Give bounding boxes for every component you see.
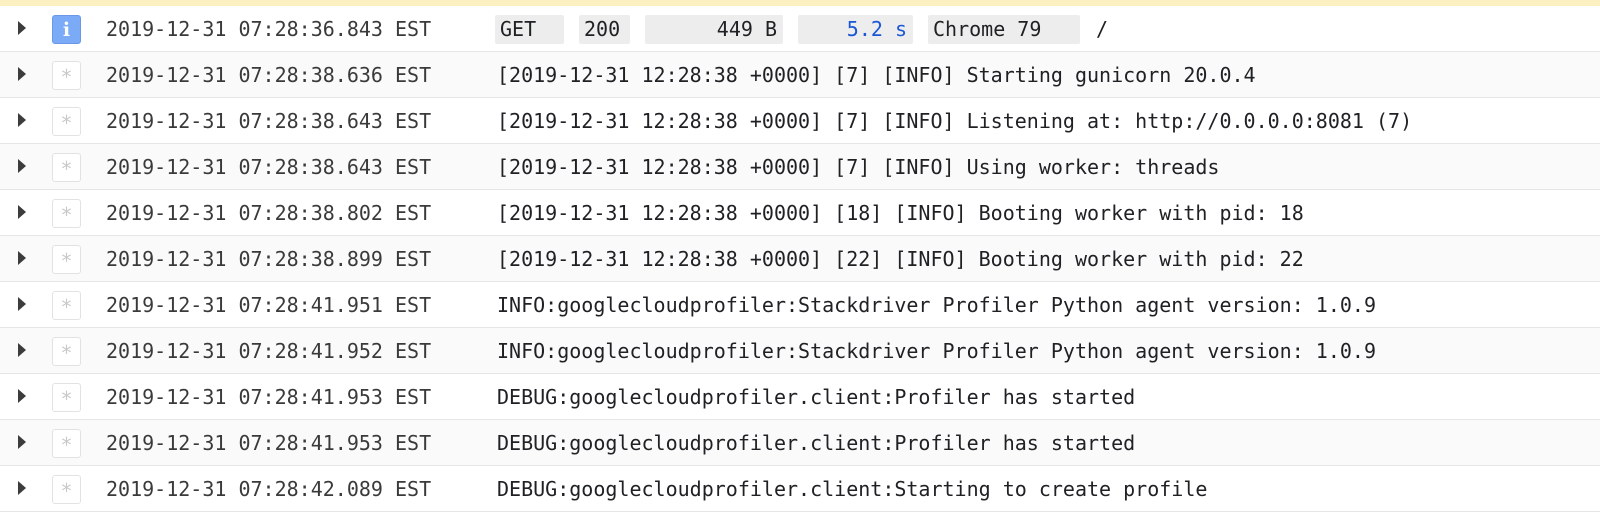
expand-arrow-icon[interactable]	[18, 67, 26, 81]
default-severity-icon: *	[52, 61, 81, 90]
expand-arrow-icon[interactable]	[18, 205, 26, 219]
default-severity-icon: *	[52, 245, 81, 274]
log-message: [2019-12-31 12:28:38 +0000] [7] [INFO] U…	[497, 155, 1220, 179]
log-timestamp: 2019-12-31 07:28:38.802 EST	[106, 201, 432, 225]
log-timestamp: 2019-12-31 07:28:38.643 EST	[106, 109, 432, 133]
log-message: INFO:googlecloudprofiler:Stackdriver Pro…	[497, 339, 1376, 363]
log-timestamp: 2019-12-31 07:28:41.953 EST	[106, 431, 432, 455]
user-agent-chip[interactable]: Chrome 79	[928, 15, 1080, 44]
http-status-chip[interactable]: 200	[579, 15, 630, 44]
expand-arrow-icon[interactable]	[18, 435, 26, 449]
log-row[interactable]: * 2019-12-31 07:28:41.953 EST DEBUG:goog…	[0, 420, 1600, 466]
log-row[interactable]: * 2019-12-31 07:28:38.636 EST [2019-12-3…	[0, 52, 1600, 98]
default-severity-icon: *	[52, 429, 81, 458]
log-row[interactable]: * 2019-12-31 07:28:42.089 EST DEBUG:goog…	[0, 466, 1600, 512]
default-severity-icon: *	[52, 199, 81, 228]
log-timestamp: 2019-12-31 07:28:41.951 EST	[106, 293, 432, 317]
log-row[interactable]: * 2019-12-31 07:28:38.643 EST [2019-12-3…	[0, 144, 1600, 190]
log-message: [2019-12-31 12:28:38 +0000] [7] [INFO] S…	[497, 63, 1256, 87]
latency-chip[interactable]: 5.2 s	[798, 15, 913, 44]
log-timestamp: 2019-12-31 07:28:41.953 EST	[106, 385, 432, 409]
http-method-chip[interactable]: GET	[495, 15, 564, 44]
expand-arrow-icon[interactable]	[18, 113, 26, 127]
log-timestamp: 2019-12-31 07:28:42.089 EST	[106, 477, 432, 501]
response-size-chip[interactable]: 449 B	[645, 15, 783, 44]
expand-arrow-icon[interactable]	[18, 21, 26, 35]
log-row-request[interactable]: i 2019-12-31 07:28:36.843 EST GET 200 44…	[0, 6, 1600, 52]
default-severity-icon: *	[52, 153, 81, 182]
log-timestamp: 2019-12-31 07:28:38.643 EST	[106, 155, 432, 179]
default-severity-icon: *	[52, 475, 81, 504]
default-severity-icon: *	[52, 383, 81, 412]
log-timestamp: 2019-12-31 07:28:38.636 EST	[106, 63, 432, 87]
log-timestamp: 2019-12-31 07:28:41.952 EST	[106, 339, 432, 363]
log-timestamp: 2019-12-31 07:28:36.843 EST	[106, 17, 432, 41]
log-message: [2019-12-31 12:28:38 +0000] [7] [INFO] L…	[497, 109, 1413, 133]
expand-arrow-icon[interactable]	[18, 159, 26, 173]
request-path[interactable]: /	[1096, 6, 1108, 52]
log-row[interactable]: * 2019-12-31 07:28:41.951 EST INFO:googl…	[0, 282, 1600, 328]
log-entries-list: i 2019-12-31 07:28:36.843 EST GET 200 44…	[0, 6, 1600, 512]
log-row[interactable]: * 2019-12-31 07:28:38.802 EST [2019-12-3…	[0, 190, 1600, 236]
log-timestamp: 2019-12-31 07:28:38.899 EST	[106, 247, 432, 271]
expand-arrow-icon[interactable]	[18, 389, 26, 403]
log-row[interactable]: * 2019-12-31 07:28:41.952 EST INFO:googl…	[0, 328, 1600, 374]
log-message: DEBUG:googlecloudprofiler.client:Profile…	[497, 385, 1136, 409]
default-severity-icon: *	[52, 291, 81, 320]
log-row[interactable]: * 2019-12-31 07:28:38.899 EST [2019-12-3…	[0, 236, 1600, 282]
expand-arrow-icon[interactable]	[18, 481, 26, 495]
log-message: [2019-12-31 12:28:38 +0000] [18] [INFO] …	[497, 201, 1304, 225]
log-row[interactable]: * 2019-12-31 07:28:41.953 EST DEBUG:goog…	[0, 374, 1600, 420]
expand-arrow-icon[interactable]	[18, 343, 26, 357]
expand-arrow-icon[interactable]	[18, 297, 26, 311]
log-message: DEBUG:googlecloudprofiler.client:Profile…	[497, 431, 1136, 455]
log-message: [2019-12-31 12:28:38 +0000] [22] [INFO] …	[497, 247, 1304, 271]
log-message: INFO:googlecloudprofiler:Stackdriver Pro…	[497, 293, 1376, 317]
log-message: DEBUG:googlecloudprofiler.client:Startin…	[497, 477, 1208, 501]
default-severity-icon: *	[52, 107, 81, 136]
expand-arrow-icon[interactable]	[18, 251, 26, 265]
log-row[interactable]: * 2019-12-31 07:28:38.643 EST [2019-12-3…	[0, 98, 1600, 144]
info-severity-icon: i	[52, 15, 81, 44]
default-severity-icon: *	[52, 337, 81, 366]
